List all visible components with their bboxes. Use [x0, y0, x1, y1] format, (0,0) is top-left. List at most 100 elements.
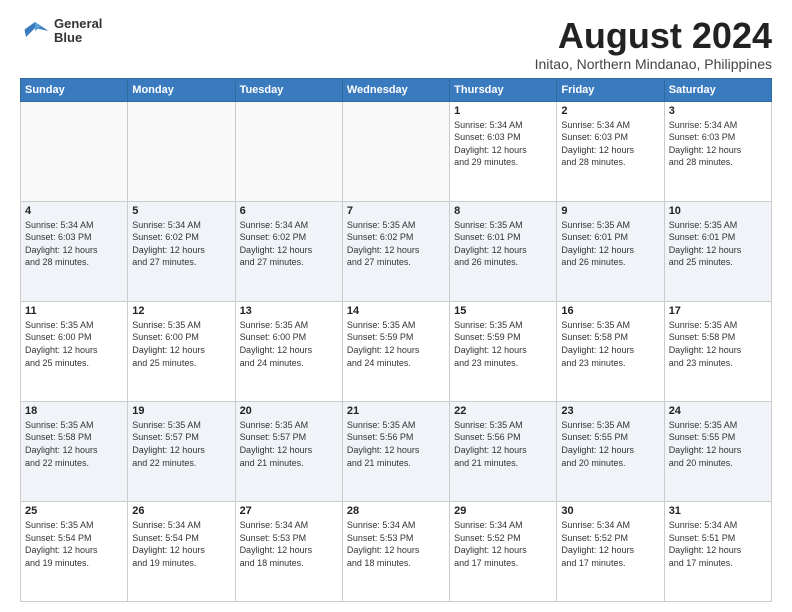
day-number: 26: [132, 505, 230, 517]
day-info: Sunrise: 5:35 AM Sunset: 5:57 PM Dayligh…: [240, 419, 338, 469]
day-number: 25: [25, 505, 123, 517]
calendar-cell: 26 Sunrise: 5:34 AM Sunset: 5:54 PM Dayli…: [128, 501, 235, 601]
calendar-week-row: 11 Sunrise: 5:35 AM Sunset: 6:00 PM Dayli…: [21, 301, 772, 401]
calendar-cell: [342, 101, 449, 201]
calendar-cell: 19Sunrise: 5:35 AM Sunset: 5:57 PM Dayli…: [128, 401, 235, 501]
day-info: Sunrise: 5:35 AM Sunset: 6:00 PM Dayligh…: [25, 319, 123, 369]
calendar-cell: 9Sunrise: 5:35 AM Sunset: 6:01 PM Daylig…: [557, 201, 664, 301]
calendar-cell: 2 Sunrise: 5:34 AM Sunset: 6:03 PM Daylig…: [557, 101, 664, 201]
logo-icon: [20, 16, 50, 46]
day-number: 1: [454, 105, 552, 117]
day-number: 2: [561, 105, 659, 117]
calendar-cell: 27 Sunrise: 5:34 AM Sunset: 5:53 PM Dayli…: [235, 501, 342, 601]
calendar-cell: 22 Sunrise: 5:35 AM Sunset: 5:56 PM Dayli…: [450, 401, 557, 501]
day-number: 27: [240, 505, 338, 517]
logo-text: General Blue: [54, 17, 102, 46]
subtitle: Initao, Northern Mindanao, Philippines: [535, 56, 772, 72]
day-info: Sunrise: 5:35 AM Sunset: 5:56 PM Dayligh…: [347, 419, 445, 469]
calendar-cell: 25 Sunrise: 5:35 AM Sunset: 5:54 PM Dayli…: [21, 501, 128, 601]
calendar-cell: 15Sunrise: 5:35 AM Sunset: 5:59 PM Dayli…: [450, 301, 557, 401]
day-info: Sunrise: 5:35 AM Sunset: 5:58 PM Dayligh…: [25, 419, 123, 469]
calendar-cell: 7 Sunrise: 5:35 AM Sunset: 6:02 PM Daylig…: [342, 201, 449, 301]
weekday-header: Saturday: [664, 78, 771, 101]
calendar-cell: 14Sunrise: 5:35 AM Sunset: 5:59 PM Dayli…: [342, 301, 449, 401]
logo-line1: General: [54, 17, 102, 31]
day-info: Sunrise: 5:35 AM Sunset: 5:56 PM Dayligh…: [454, 419, 552, 469]
day-info: Sunrise: 5:34 AM Sunset: 6:02 PM Dayligh…: [132, 219, 230, 269]
day-number: 14: [347, 305, 445, 317]
day-info: Sunrise: 5:35 AM Sunset: 5:54 PM Dayligh…: [25, 519, 123, 569]
day-info: Sunrise: 5:34 AM Sunset: 5:53 PM Dayligh…: [347, 519, 445, 569]
day-info: Sunrise: 5:35 AM Sunset: 6:01 PM Dayligh…: [561, 219, 659, 269]
calendar-cell: 13 Sunrise: 5:35 AM Sunset: 6:00 PM Dayli…: [235, 301, 342, 401]
calendar-cell: 31Sunrise: 5:34 AM Sunset: 5:51 PM Dayli…: [664, 501, 771, 601]
weekday-header: Monday: [128, 78, 235, 101]
calendar-cell: 28 Sunrise: 5:34 AM Sunset: 5:53 PM Dayli…: [342, 501, 449, 601]
day-info: Sunrise: 5:35 AM Sunset: 5:55 PM Dayligh…: [669, 419, 767, 469]
calendar-cell: 21Sunrise: 5:35 AM Sunset: 5:56 PM Dayli…: [342, 401, 449, 501]
day-number: 8: [454, 205, 552, 217]
calendar-cell: 5Sunrise: 5:34 AM Sunset: 6:02 PM Daylig…: [128, 201, 235, 301]
weekday-header: Friday: [557, 78, 664, 101]
day-info: Sunrise: 5:35 AM Sunset: 6:01 PM Dayligh…: [669, 219, 767, 269]
calendar-cell: 17 Sunrise: 5:35 AM Sunset: 5:58 PM Dayli…: [664, 301, 771, 401]
logo: General Blue: [20, 16, 102, 46]
day-info: Sunrise: 5:35 AM Sunset: 6:02 PM Dayligh…: [347, 219, 445, 269]
calendar-cell: [235, 101, 342, 201]
title-block: August 2024 Initao, Northern Mindanao, P…: [535, 16, 772, 72]
calendar-cell: 8 Sunrise: 5:35 AM Sunset: 6:01 PM Daylig…: [450, 201, 557, 301]
day-info: Sunrise: 5:35 AM Sunset: 6:00 PM Dayligh…: [240, 319, 338, 369]
day-info: Sunrise: 5:34 AM Sunset: 6:03 PM Dayligh…: [25, 219, 123, 269]
day-number: 4: [25, 205, 123, 217]
calendar-cell: 11 Sunrise: 5:35 AM Sunset: 6:00 PM Dayli…: [21, 301, 128, 401]
day-number: 18: [25, 405, 123, 417]
day-number: 15: [454, 305, 552, 317]
weekday-header: Thursday: [450, 78, 557, 101]
calendar-cell: 10 Sunrise: 5:35 AM Sunset: 6:01 PM Dayli…: [664, 201, 771, 301]
day-number: 6: [240, 205, 338, 217]
day-number: 11: [25, 305, 123, 317]
day-info: Sunrise: 5:34 AM Sunset: 6:02 PM Dayligh…: [240, 219, 338, 269]
day-number: 31: [669, 505, 767, 517]
calendar-header-row: SundayMondayTuesdayWednesdayThursdayFrid…: [21, 78, 772, 101]
main-title: August 2024: [535, 16, 772, 56]
day-info: Sunrise: 5:34 AM Sunset: 5:54 PM Dayligh…: [132, 519, 230, 569]
day-number: 23: [561, 405, 659, 417]
day-number: 24: [669, 405, 767, 417]
day-info: Sunrise: 5:35 AM Sunset: 5:57 PM Dayligh…: [132, 419, 230, 469]
day-number: 30: [561, 505, 659, 517]
day-info: Sunrise: 5:34 AM Sunset: 6:03 PM Dayligh…: [454, 119, 552, 169]
calendar-cell: 29Sunrise: 5:34 AM Sunset: 5:52 PM Dayli…: [450, 501, 557, 601]
day-number: 10: [669, 205, 767, 217]
day-number: 12: [132, 305, 230, 317]
day-info: Sunrise: 5:34 AM Sunset: 6:03 PM Dayligh…: [669, 119, 767, 169]
day-number: 13: [240, 305, 338, 317]
calendar-cell: 12Sunrise: 5:35 AM Sunset: 6:00 PM Dayli…: [128, 301, 235, 401]
day-info: Sunrise: 5:34 AM Sunset: 5:53 PM Dayligh…: [240, 519, 338, 569]
day-info: Sunrise: 5:35 AM Sunset: 5:58 PM Dayligh…: [669, 319, 767, 369]
calendar-cell: 16Sunrise: 5:35 AM Sunset: 5:58 PM Dayli…: [557, 301, 664, 401]
day-number: 17: [669, 305, 767, 317]
day-info: Sunrise: 5:34 AM Sunset: 6:03 PM Dayligh…: [561, 119, 659, 169]
calendar-cell: 6 Sunrise: 5:34 AM Sunset: 6:02 PM Daylig…: [235, 201, 342, 301]
calendar-cell: 4 Sunrise: 5:34 AM Sunset: 6:03 PM Daylig…: [21, 201, 128, 301]
calendar-cell: [128, 101, 235, 201]
calendar-cell: 23 Sunrise: 5:35 AM Sunset: 5:55 PM Dayli…: [557, 401, 664, 501]
day-number: 22: [454, 405, 552, 417]
day-number: 16: [561, 305, 659, 317]
calendar-cell: 18 Sunrise: 5:35 AM Sunset: 5:58 PM Dayli…: [21, 401, 128, 501]
day-info: Sunrise: 5:35 AM Sunset: 6:01 PM Dayligh…: [454, 219, 552, 269]
calendar-cell: 1 Sunrise: 5:34 AM Sunset: 6:03 PM Daylig…: [450, 101, 557, 201]
day-number: 28: [347, 505, 445, 517]
calendar-week-row: 1 Sunrise: 5:34 AM Sunset: 6:03 PM Daylig…: [21, 101, 772, 201]
day-number: 7: [347, 205, 445, 217]
header: General Blue August 2024 Initao, Norther…: [20, 16, 772, 72]
calendar-cell: 3Sunrise: 5:34 AM Sunset: 6:03 PM Daylig…: [664, 101, 771, 201]
logo-line2: Blue: [54, 31, 102, 45]
calendar-cell: 24 Sunrise: 5:35 AM Sunset: 5:55 PM Dayli…: [664, 401, 771, 501]
calendar-week-row: 18 Sunrise: 5:35 AM Sunset: 5:58 PM Dayli…: [21, 401, 772, 501]
day-info: Sunrise: 5:35 AM Sunset: 5:55 PM Dayligh…: [561, 419, 659, 469]
calendar-cell: 30Sunrise: 5:34 AM Sunset: 5:52 PM Dayli…: [557, 501, 664, 601]
day-info: Sunrise: 5:34 AM Sunset: 5:52 PM Dayligh…: [454, 519, 552, 569]
weekday-header: Tuesday: [235, 78, 342, 101]
